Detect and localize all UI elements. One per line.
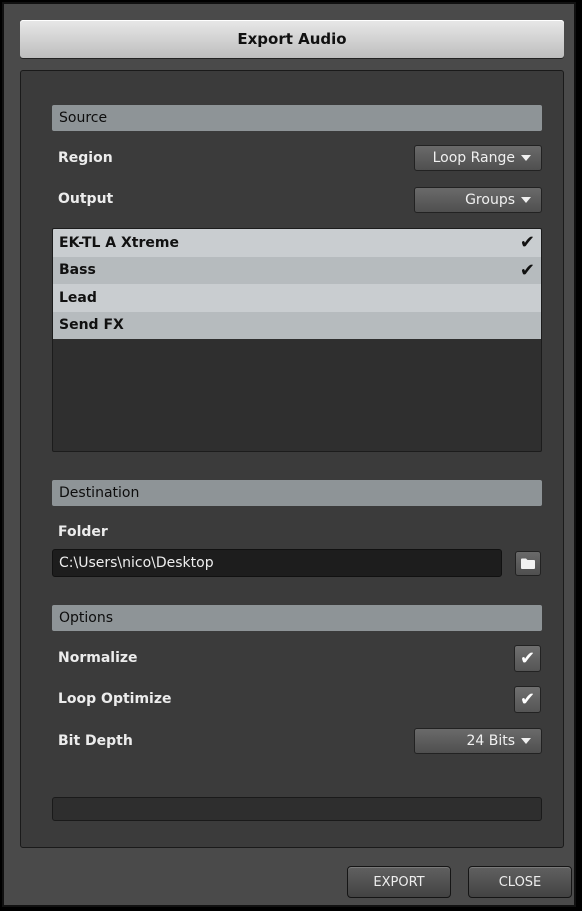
list-item[interactable]: Bass ✔ xyxy=(53,256,541,284)
list-item-label: Bass xyxy=(59,262,96,279)
loop-optimize-label: Loop Optimize xyxy=(58,691,172,707)
window-title: Export Audio xyxy=(237,30,347,48)
source-header-label: Source xyxy=(59,110,108,126)
chevron-down-icon xyxy=(521,155,531,161)
list-item[interactable]: EK-TL A Xtreme ✔ xyxy=(53,229,541,257)
folder-label: Folder xyxy=(58,524,108,540)
window-title-bar[interactable]: Export Audio xyxy=(20,20,564,58)
chevron-down-icon xyxy=(521,197,531,203)
output-channel-list[interactable]: EK-TL A Xtreme ✔ Bass ✔ Lead Send FX xyxy=(52,228,542,452)
bit-depth-value: 24 Bits xyxy=(466,733,515,749)
close-button[interactable]: CLOSE xyxy=(468,866,572,898)
browse-folder-button[interactable] xyxy=(515,551,541,576)
list-item[interactable]: Lead xyxy=(53,284,541,312)
export-button[interactable]: EXPORT xyxy=(347,866,451,898)
list-item-label: Lead xyxy=(59,289,97,306)
destination-section-header: Destination xyxy=(52,480,542,506)
list-item-label: EK-TL A Xtreme xyxy=(59,234,179,251)
region-dropdown[interactable]: Loop Range xyxy=(414,145,542,171)
normalize-checkbox[interactable]: ✔ xyxy=(514,645,541,672)
folder-path-value: C:\Users\nico\Desktop xyxy=(59,555,214,571)
region-value: Loop Range xyxy=(432,150,515,166)
export-progress-bar xyxy=(52,797,542,821)
bit-depth-dropdown[interactable]: 24 Bits xyxy=(414,728,542,754)
bit-depth-label: Bit Depth xyxy=(58,733,133,749)
close-button-label: CLOSE xyxy=(498,874,542,890)
chevron-down-icon xyxy=(521,738,531,744)
list-item-label: Send FX xyxy=(59,317,124,334)
folder-path-field[interactable]: C:\Users\nico\Desktop xyxy=(52,549,502,577)
options-header-label: Options xyxy=(59,610,114,626)
options-section-header: Options xyxy=(52,605,542,631)
check-icon: ✔ xyxy=(519,259,535,281)
list-item[interactable]: Send FX xyxy=(53,311,541,339)
folder-icon xyxy=(521,558,535,569)
check-icon: ✔ xyxy=(519,232,535,254)
region-label: Region xyxy=(58,150,113,166)
output-dropdown[interactable]: Groups xyxy=(414,187,542,213)
check-icon: ✔ xyxy=(519,648,536,669)
output-label: Output xyxy=(58,191,114,207)
loop-optimize-checkbox[interactable]: ✔ xyxy=(514,686,541,713)
check-icon: ✔ xyxy=(519,689,536,710)
normalize-label: Normalize xyxy=(58,650,138,666)
export-button-label: EXPORT xyxy=(373,874,425,890)
source-section-header: Source xyxy=(52,105,542,131)
output-value: Groups xyxy=(465,192,515,208)
destination-header-label: Destination xyxy=(59,485,140,501)
